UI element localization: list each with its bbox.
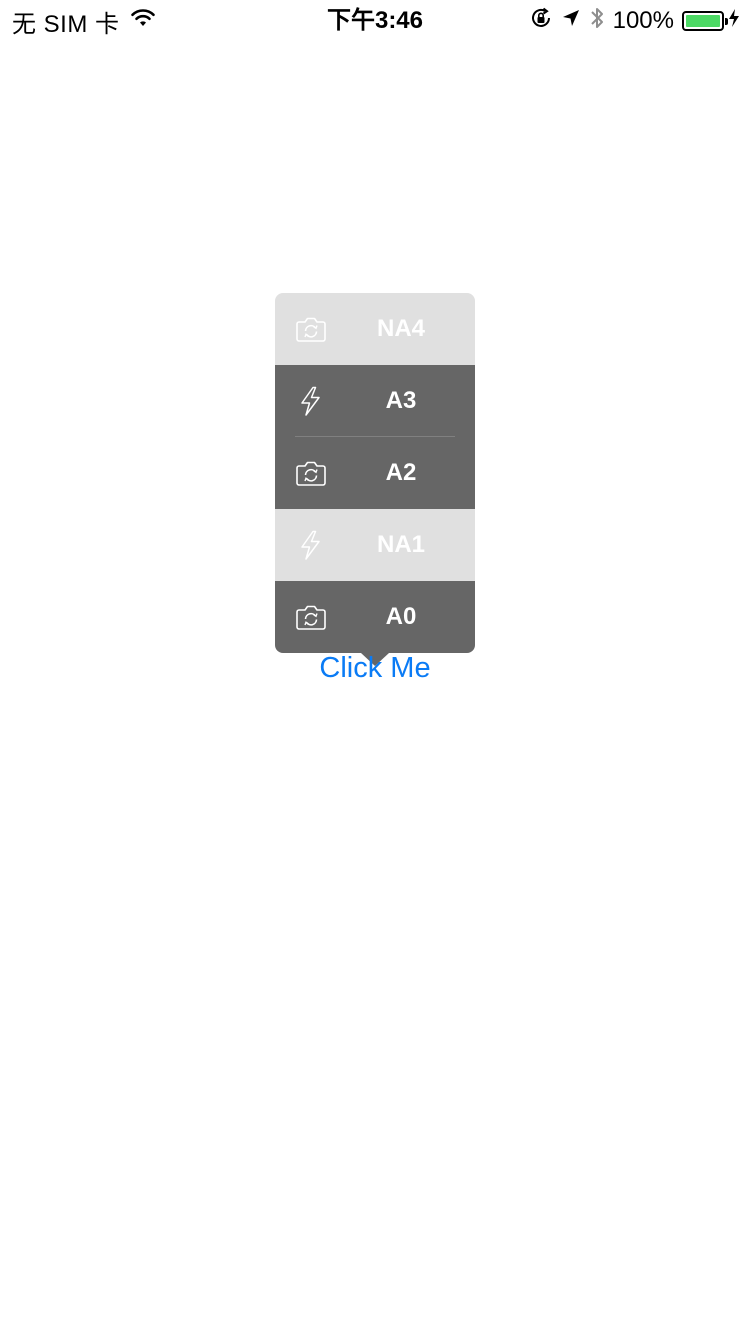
battery-fill xyxy=(686,15,720,27)
status-bar: 无 SIM 卡 下午3:46 100% xyxy=(0,0,750,40)
menu-item-label: A0 xyxy=(385,603,417,630)
click-me-button[interactable]: Click Me xyxy=(275,650,475,686)
menu-item-label: NA4 xyxy=(376,315,425,342)
location-icon xyxy=(561,7,581,35)
camera-rotate-icon xyxy=(295,458,327,488)
charging-icon xyxy=(728,7,740,35)
battery-icon xyxy=(682,11,728,31)
camera-rotate-icon xyxy=(295,314,327,344)
menu-item-label: A2 xyxy=(385,459,417,486)
popover-menu: NA4 A3 A2 NA1 A0 xyxy=(275,293,475,653)
bluetooth-icon xyxy=(589,5,605,38)
flash-icon xyxy=(295,530,327,560)
status-bar-right: 100% xyxy=(521,6,740,36)
camera-rotate-icon xyxy=(295,602,327,632)
menu-item-na1[interactable]: NA1 xyxy=(275,509,475,581)
menu-item-na4[interactable]: NA4 xyxy=(275,293,475,365)
menu-item-label: A3 xyxy=(385,387,417,414)
menu-item-a3[interactable]: A3 xyxy=(275,365,475,437)
flash-icon xyxy=(295,386,327,416)
battery-percent: 100% xyxy=(612,7,674,34)
screen: 无 SIM 卡 下午3:46 100% NA4 A3 A2 NA1 A0 Cli… xyxy=(0,0,750,1334)
menu-item-a2[interactable]: A2 xyxy=(275,437,475,509)
menu-item-a0[interactable]: A0 xyxy=(275,581,475,653)
menu-item-label: NA1 xyxy=(376,531,425,558)
orientation-lock-icon xyxy=(529,6,553,37)
battery-cap xyxy=(725,18,728,25)
